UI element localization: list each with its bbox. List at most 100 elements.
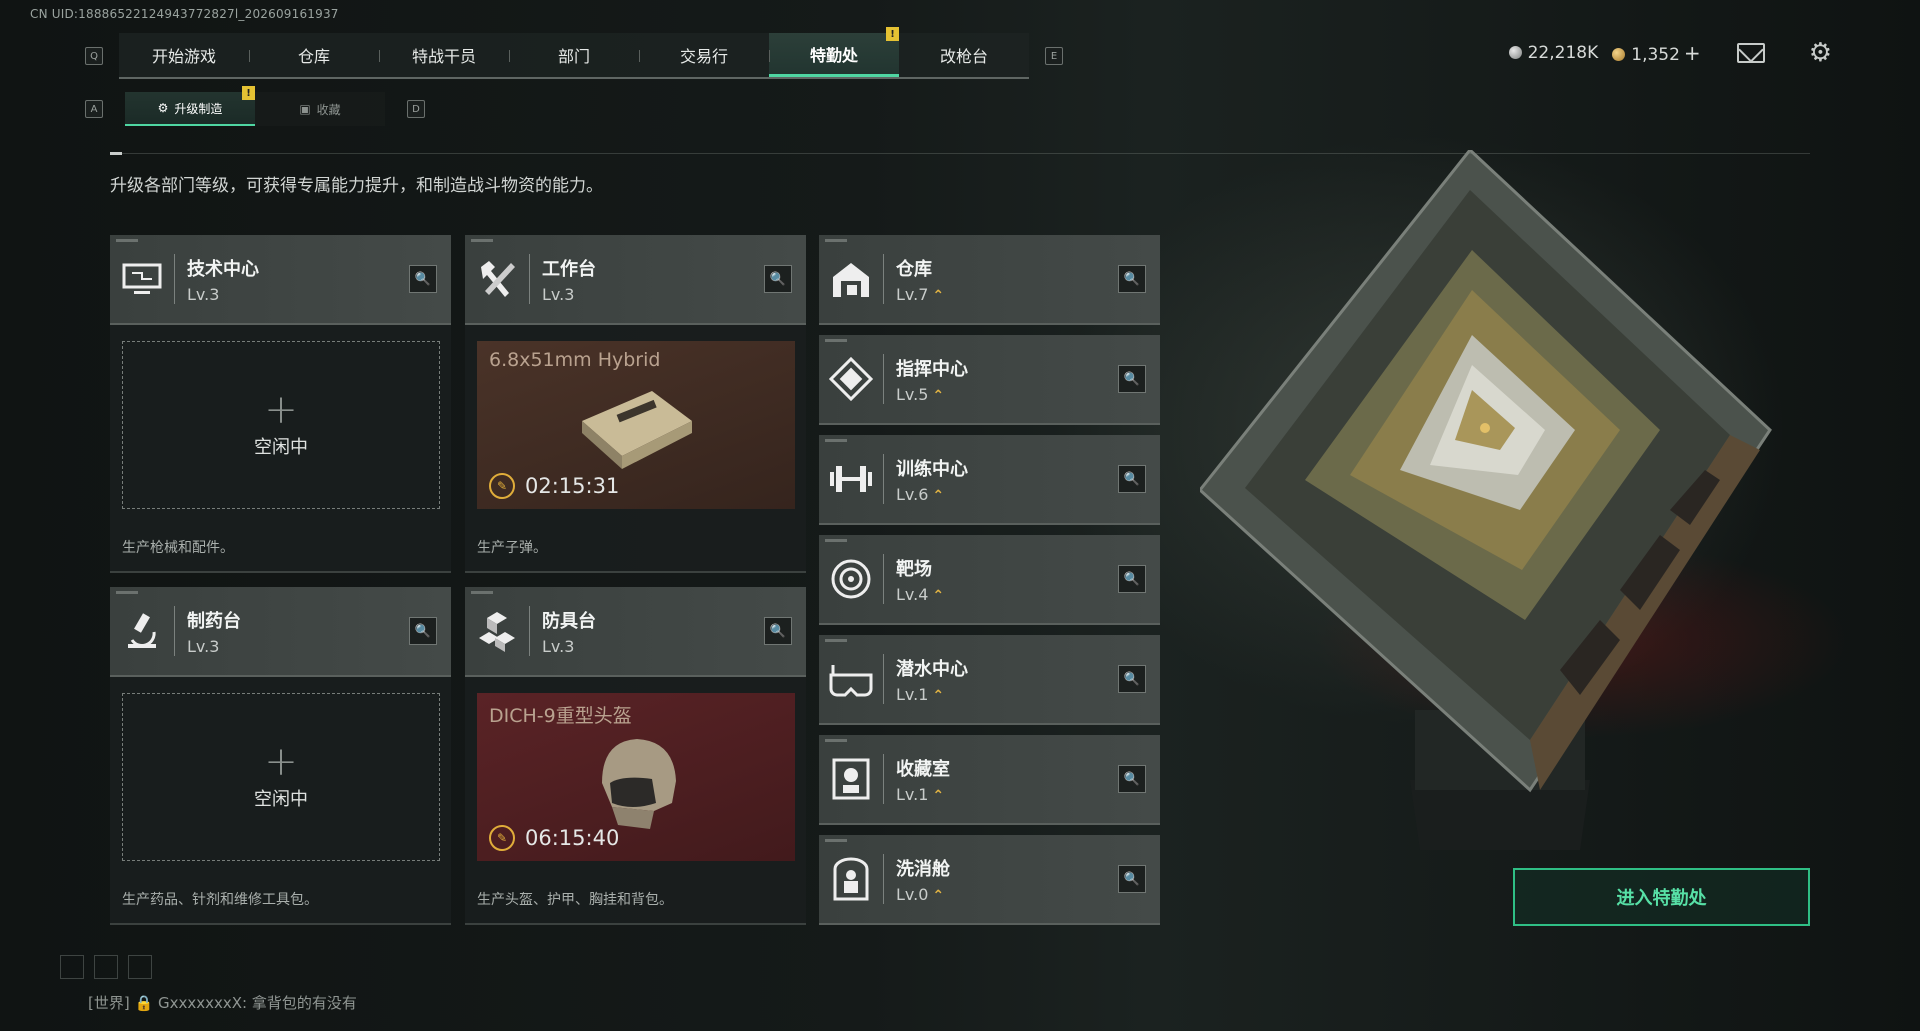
tab-label: 交易行 <box>679 47 728 66</box>
clock-icon: ✎ <box>489 473 515 499</box>
tab-upgrade-craft[interactable]: ⚙ 升级制造! <box>125 86 255 126</box>
tab-start-game[interactable]: 开始游戏 <box>119 33 249 77</box>
slot-description: 生产药品、针剂和维修工具包。 <box>122 892 318 908</box>
search-icon[interactable]: 🔍 <box>1118 765 1146 793</box>
facility-shooting-range[interactable]: 靶场 Lv.4 ⌃ 🔍 <box>819 535 1160 625</box>
facility-name: 洗消舱 <box>896 858 950 880</box>
plus-icon: + <box>264 387 298 433</box>
upgrade-arrow-icon: ⌃ <box>932 787 945 804</box>
facility-level: Lv.6 ⌃ <box>896 485 968 504</box>
target-icon <box>819 557 883 601</box>
slot-description: 生产头盔、护甲、胸挂和背包。 <box>477 892 673 908</box>
level-value: Lv.1 <box>896 684 929 704</box>
facility-decon-chamber[interactable]: 洗消舱 Lv.0 ⌃ 🔍 <box>819 835 1160 925</box>
header-decoration <box>116 591 138 594</box>
helmet-image <box>602 739 676 829</box>
level-value: Lv.6 <box>896 484 929 504</box>
alert-badge: ! <box>242 86 255 100</box>
tab-gunsmith[interactable]: 改枪台 <box>899 33 1029 77</box>
facility-dive-center[interactable]: 潜水中心 Lv.1 ⌃ 🔍 <box>819 635 1160 725</box>
tab-label: 开始游戏 <box>151 47 216 66</box>
tab-collection[interactable]: ▣ 收藏 <box>255 92 385 126</box>
header-decoration <box>825 839 847 842</box>
alert-badge: ! <box>886 27 899 41</box>
facility-header-pharmacy[interactable]: 制药台 Lv.3 🔍 <box>110 587 451 677</box>
silver-amount: 22,218K <box>1527 43 1599 63</box>
gear-icon[interactable]: ⚙ <box>1809 38 1832 68</box>
header-decoration <box>825 539 847 542</box>
search-icon[interactable]: 🔍 <box>409 617 437 645</box>
header-decoration <box>825 739 847 742</box>
silver-currency: 22,218K <box>1508 43 1599 63</box>
header-decoration <box>471 239 493 242</box>
upgrade-arrow-icon: ⌃ <box>932 687 945 704</box>
gold-coin-icon <box>1612 48 1626 61</box>
header-decoration <box>825 639 847 642</box>
timer-value: 06:15:40 <box>525 826 620 850</box>
tab-label: 特勤处 <box>809 45 858 65</box>
header-decoration <box>471 591 493 594</box>
facility-name: 收藏室 <box>896 758 950 780</box>
computer-icon <box>110 259 174 299</box>
upgrade-arrow-icon: ⌃ <box>932 887 945 904</box>
tab-label: 特战干员 <box>411 47 476 66</box>
facility-collection-room[interactable]: 收藏室 Lv.1 ⌃ 🔍 <box>819 735 1160 825</box>
main-tab-bar: 开始游戏 仓库 特战干员 部门 交易行 特勤处! 改枪台 <box>119 27 1029 79</box>
production-slot-armor-bench: DICH-9重型头盔 ✎ 06:15:40 生产头盔、护甲、胸挂和背包。 <box>465 677 806 925</box>
header-separator <box>529 606 530 656</box>
production-item-card[interactable]: 6.8x51mm Hybrid ✎ 02:15:31 <box>477 341 795 509</box>
user-uid: CN UID:18886522124943772827l_20260916193… <box>30 7 339 21</box>
idle-status: 空闲中 <box>254 789 308 810</box>
header-separator <box>883 654 884 704</box>
warehouse-icon <box>819 259 883 299</box>
tab-trade[interactable]: 交易行 <box>639 33 769 77</box>
search-icon[interactable]: 🔍 <box>1118 365 1146 393</box>
production-item-card[interactable]: DICH-9重型头盔 ✎ 06:15:40 <box>477 693 795 861</box>
world-chat[interactable]: [世界] 🔒 GxxxxxxxX: 拿背包的有没有 <box>88 992 357 1013</box>
header-decoration <box>825 439 847 442</box>
production-timer: ✎ 02:15:31 <box>489 473 619 499</box>
decon-suit-icon <box>819 857 883 901</box>
search-icon[interactable]: 🔍 <box>764 265 792 293</box>
upgrade-arrow-icon: ⌃ <box>932 287 945 304</box>
key-hint-e: E <box>1045 47 1063 65</box>
tab-operators[interactable]: 特战干员 <box>379 33 509 77</box>
search-icon[interactable]: 🔍 <box>1118 865 1146 893</box>
facility-level: Lv.1 ⌃ <box>896 785 950 804</box>
search-icon[interactable]: 🔍 <box>764 617 792 645</box>
facility-header-armor-bench[interactable]: 防具台 Lv.3 🔍 <box>465 587 806 677</box>
facility-command-center[interactable]: 指挥中心 Lv.5 ⌃ 🔍 <box>819 335 1160 425</box>
empty-slot[interactable]: + 空闲中 <box>122 341 440 509</box>
facility-name: 指挥中心 <box>896 358 968 380</box>
level-value: Lv.0 <box>896 884 929 904</box>
tab-department[interactable]: 部门 <box>509 33 639 77</box>
collection-icon: ▣ <box>299 102 311 116</box>
gold-amount: 1,352 <box>1631 45 1680 65</box>
divider <box>110 153 1810 154</box>
facility-warehouse[interactable]: 仓库 Lv.7 ⌃ 🔍 <box>819 235 1160 325</box>
search-icon[interactable]: 🔍 <box>409 265 437 293</box>
empty-slot[interactable]: + 空闲中 <box>122 693 440 861</box>
tab-warehouse[interactable]: 仓库 <box>249 33 379 77</box>
silver-coin-icon <box>1508 46 1522 59</box>
mail-icon[interactable] <box>1736 43 1765 63</box>
facility-training-center[interactable]: 训练中心 Lv.6 ⌃ 🔍 <box>819 435 1160 525</box>
header-separator <box>883 754 884 804</box>
facility-header-workbench[interactable]: 工作台 Lv.3 🔍 <box>465 235 806 325</box>
upgrade-arrow-icon: ⌃ <box>932 487 945 504</box>
sub-tab-bar: ⚙ 升级制造! ▣ 收藏 <box>125 86 385 126</box>
enter-special-ops-button[interactable]: 进入特勤处 <box>1513 868 1810 926</box>
search-icon[interactable]: 🔍 <box>1118 665 1146 693</box>
facility-name: 训练中心 <box>896 458 968 480</box>
facility-header-tech-center[interactable]: 技术中心 Lv.3 🔍 <box>110 235 451 325</box>
search-icon[interactable]: 🔍 <box>1118 465 1146 493</box>
tab-special-ops[interactable]: 特勤处! <box>769 27 899 77</box>
ammo-box-image <box>582 391 692 469</box>
key-hint-d: D <box>407 100 425 118</box>
currency-bar: 22,218K 1,352 + ⚙ <box>1508 38 1832 68</box>
facility-level: Lv.3 <box>542 636 575 656</box>
search-icon[interactable]: 🔍 <box>1118 565 1146 593</box>
add-currency-button[interactable]: + <box>1684 41 1701 65</box>
search-icon[interactable]: 🔍 <box>1118 265 1146 293</box>
chat-decoration <box>60 955 152 979</box>
